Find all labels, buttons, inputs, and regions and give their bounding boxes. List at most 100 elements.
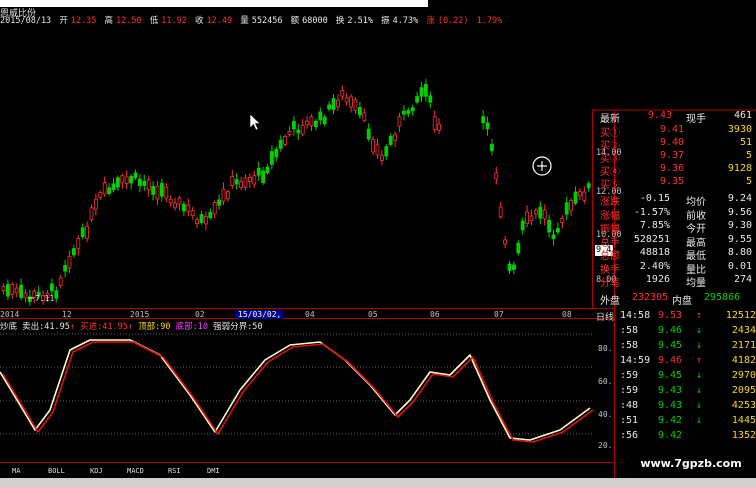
candle-body: [164, 186, 169, 199]
tab-ma[interactable]: MA: [12, 467, 20, 475]
bid-label: 买⑤: [600, 180, 620, 191]
candle-body: [291, 121, 296, 130]
candle-body: [534, 209, 538, 215]
stat-value: 48818: [639, 247, 670, 258]
stat-row: 分笔 1926 均量 274: [600, 274, 756, 289]
candle-body: [309, 116, 314, 127]
bid-row: 买② 9.40 51: [600, 137, 756, 152]
stat-value: -0.15: [639, 193, 670, 204]
candle-body: [296, 129, 301, 134]
inner-value: 295866: [704, 292, 741, 303]
inner-label: 内盘: [672, 296, 692, 307]
tab-boll[interactable]: BOLL: [48, 467, 65, 475]
bid-row: 买⑤ 9.35 5: [600, 176, 756, 191]
candle-body: [1, 286, 6, 292]
bottom-value: 10: [197, 322, 208, 332]
outer-inner-row: 外盘 232305 内盘 295866: [600, 292, 756, 307]
stat-value: -1.57%: [633, 206, 670, 218]
candle-body: [63, 265, 67, 272]
candle-body: [586, 183, 591, 189]
sell-line: [0, 339, 591, 441]
candle-body: [375, 144, 380, 156]
date-label: 2014: [0, 310, 20, 319]
candle-body: [525, 211, 529, 224]
bid-row: 买③ 9.37 5: [600, 150, 756, 165]
mouse-pointer-icon: [249, 113, 261, 131]
candle-body: [146, 179, 151, 191]
candle-body: [137, 178, 142, 187]
candle-body: [507, 263, 512, 272]
bottom-label: 底部:: [175, 322, 198, 332]
sell-label: 卖出:: [22, 322, 45, 332]
candle-body: [388, 135, 393, 145]
candle-body: [142, 180, 147, 186]
tick-time: 14:58: [620, 310, 651, 321]
candle-body: [168, 198, 173, 204]
date-axis: 2014 12 2015 02 15/03/02, 04 05 06 07 08: [0, 310, 600, 320]
candle-body: [582, 191, 587, 201]
candle-body: [305, 120, 310, 126]
now-hand-label: 现手: [686, 114, 706, 125]
tick-direction: ↓: [696, 400, 703, 411]
candle-body: [344, 97, 349, 103]
candle-body: [67, 256, 72, 269]
tick-time: :59: [620, 385, 639, 396]
candle-body: [340, 90, 345, 97]
candle-body: [287, 130, 292, 135]
candle-body: [6, 283, 10, 297]
bid-volume: 5: [745, 176, 752, 187]
candle-body: [133, 172, 138, 179]
date-label: 2015: [130, 310, 150, 319]
candle-body: [560, 218, 565, 223]
candle-body: [23, 292, 28, 299]
date-label: 04: [305, 310, 315, 319]
candle-body: [181, 203, 186, 212]
candle-body: [494, 172, 499, 180]
stat-value: 528251: [633, 233, 670, 245]
date-label-cursor: 15/03/02,: [236, 310, 284, 319]
candle-body: [498, 206, 503, 218]
candle-body: [155, 185, 160, 200]
watermark: www.7gpzb.com: [626, 457, 756, 471]
indicator-header: 炒底 卖出:41.95↑ 买进:41.95↑ 顶部:90 底部:10 强弱分界:…: [0, 322, 263, 332]
tab-dmi[interactable]: DMI: [207, 467, 220, 475]
tick-price: 9.53: [658, 310, 683, 321]
tab-macd[interactable]: MACD: [127, 467, 144, 475]
candle-body: [129, 175, 134, 184]
candle-body: [569, 200, 573, 211]
tick-time: :58: [620, 340, 639, 351]
strong-value: 50: [252, 322, 263, 332]
candle-body: [437, 123, 442, 131]
tick-time: :56: [620, 430, 639, 441]
indicator-lines: [0, 339, 594, 443]
latest-row: 最新 9.43 现手 461: [600, 110, 756, 125]
tick-row: :51 9.42 ↓ 1445: [614, 415, 756, 431]
candle-body: [353, 99, 358, 111]
candle-body: [98, 192, 103, 198]
tick-direction: ↓: [696, 340, 703, 351]
tab-kdj[interactable]: KDJ: [90, 467, 103, 475]
latest-value: 9.43: [647, 110, 672, 121]
buy-value: 41.95: [102, 322, 128, 332]
tick-volume: 2434: [731, 325, 756, 336]
stat-row: 总手 528251 最高 9.55: [600, 233, 756, 249]
tick-price: 9.46: [658, 355, 683, 366]
candle-body: [85, 226, 89, 239]
candle-body: [58, 277, 63, 286]
candle-body: [318, 111, 323, 121]
date-label: 05: [368, 310, 378, 319]
candle-body: [432, 116, 437, 130]
stat-value: 2.40%: [639, 260, 670, 272]
candle-body: [278, 139, 283, 149]
candle-body: [247, 176, 252, 182]
tick-volume: 2970: [731, 370, 756, 381]
candle-body: [102, 182, 107, 195]
tab-rsi[interactable]: RSI: [168, 467, 181, 475]
candle-body: [230, 176, 235, 186]
tick-direction: ↓: [696, 415, 703, 426]
top-value: 90: [160, 322, 171, 332]
candle-body: [578, 191, 582, 197]
candle-body: [14, 287, 19, 294]
candle-body: [177, 197, 182, 205]
stat-value-2: 0.01: [727, 260, 752, 272]
